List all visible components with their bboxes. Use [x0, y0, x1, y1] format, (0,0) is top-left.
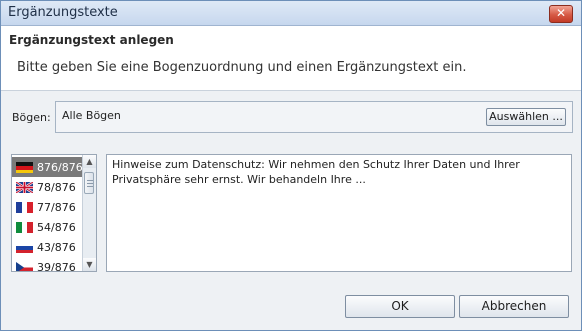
italy-flag-icon	[16, 222, 33, 233]
czech-flag-icon	[16, 262, 33, 271]
scroll-up-icon[interactable]: ▲	[83, 155, 96, 168]
bogen-label: Bögen:	[12, 111, 51, 124]
bogen-row: Bögen: Alle Bögen Auswählen ...	[5, 101, 573, 133]
title-bar[interactable]: Ergänzungstexte ✕	[1, 1, 581, 26]
window-title: Ergänzungstexte	[8, 5, 118, 20]
header-subtitle: Bitte geben Sie eine Bogenzuordnung und …	[17, 60, 467, 75]
language-list[interactable]: 876/876 78/876 77/876 54/876 43/876 39/8…	[11, 154, 97, 272]
scroll-thumb[interactable]	[84, 172, 94, 194]
list-item-czech[interactable]: 39/876	[12, 257, 82, 272]
bogen-value: Alle Bögen	[62, 109, 121, 122]
grip-line	[87, 186, 93, 187]
uk-flag-icon	[16, 182, 33, 193]
list-item-label: 77/876	[37, 201, 76, 214]
list-item-label: 43/876	[37, 241, 76, 254]
list-item-label: 54/876	[37, 221, 76, 234]
cancel-button[interactable]: Abbrechen	[459, 295, 569, 318]
scroll-down-icon[interactable]: ▼	[83, 258, 96, 271]
grip-line	[87, 183, 93, 184]
list-item-label: 39/876	[37, 261, 76, 272]
russia-flag-icon	[16, 242, 33, 253]
germany-flag-icon	[16, 162, 33, 173]
bogen-field: Alle Bögen Auswählen ...	[55, 101, 573, 133]
select-bogen-button[interactable]: Auswählen ...	[486, 108, 566, 126]
list-item-french[interactable]: 77/876	[12, 197, 82, 217]
france-flag-icon	[16, 202, 33, 213]
list-item-label: 78/876	[37, 181, 76, 194]
close-icon: ✕	[555, 6, 567, 20]
header-title: Ergänzungstext anlegen	[9, 33, 174, 47]
list-item-italian[interactable]: 54/876	[12, 217, 82, 237]
list-item-label: 876/876	[37, 161, 83, 174]
grip-line	[87, 180, 93, 181]
list-scrollbar[interactable]: ▲ ▼	[82, 155, 96, 271]
list-item-english[interactable]: 78/876	[12, 177, 82, 197]
close-button[interactable]: ✕	[549, 5, 573, 23]
ok-button[interactable]: OK	[345, 295, 455, 318]
dialog-window: Ergänzungstexte ✕ Ergänzungstext anlegen…	[0, 0, 582, 331]
dialog-header: Ergänzungstext anlegen Bitte geben Sie e…	[1, 26, 581, 91]
supplement-text-area[interactable]: Hinweise zum Datenschutz: Wir nehmen den…	[106, 154, 572, 272]
list-item-german[interactable]: 876/876	[12, 157, 83, 177]
supplement-text: Hinweise zum Datenschutz: Wir nehmen den…	[112, 158, 520, 186]
list-item-russian[interactable]: 43/876	[12, 237, 82, 257]
